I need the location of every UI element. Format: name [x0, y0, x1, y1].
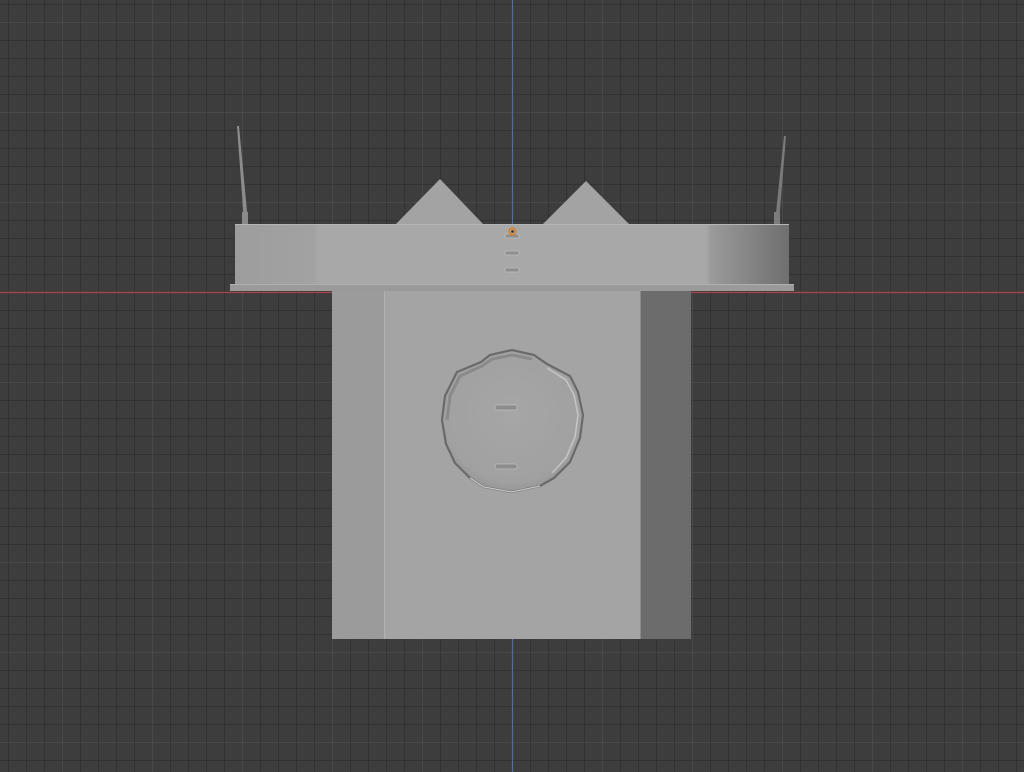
- right-antenna-base: [774, 212, 780, 224]
- right-antenna: [775, 136, 786, 222]
- viewport-scene: [0, 0, 1024, 772]
- lid-slot-2: [504, 250, 520, 256]
- face-slot-bottom: [494, 463, 518, 470]
- right-crown-point: [543, 181, 629, 224]
- body-right-side: [640, 289, 691, 639]
- 3d-viewport[interactable]: [0, 0, 1024, 772]
- body-left-side: [332, 289, 384, 639]
- left-crown-point: [396, 179, 483, 224]
- left-antenna-base: [242, 212, 248, 224]
- lid-rim: [230, 284, 794, 291]
- face-slot-top: [494, 404, 518, 411]
- left-antenna: [237, 126, 248, 222]
- lid-slot-3: [504, 267, 520, 273]
- face-recess: [440, 348, 585, 494]
